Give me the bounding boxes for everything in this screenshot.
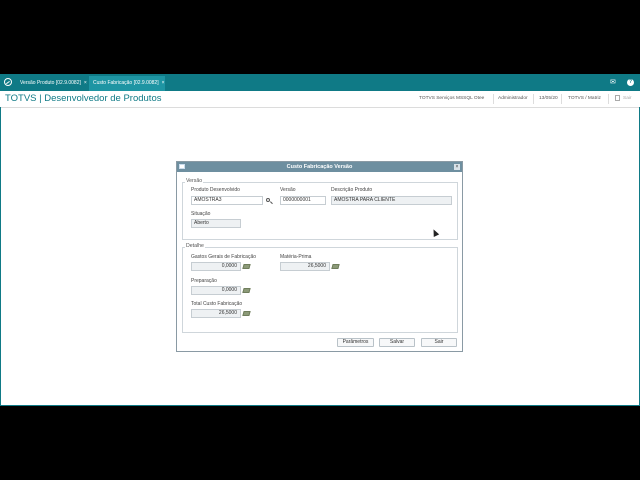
produto-input[interactable]: AMOSTRA3 [191, 196, 263, 205]
branch-info[interactable]: TOTVS / Matriz [568, 96, 601, 101]
tab-close-icon[interactable]: × [84, 80, 87, 86]
gastos-label: Gastos Gerais de Fabricação [191, 254, 257, 260]
situacao-input[interactable]: Aberto [191, 219, 241, 228]
produto-label: Produto Desenvolvido [191, 187, 240, 193]
total-input[interactable]: 26,5000 [191, 309, 241, 318]
sair-button[interactable]: Sair [421, 338, 457, 347]
dialog-title: Custo Fabricação Versão [286, 163, 353, 170]
divider [493, 94, 494, 104]
tab-close-icon[interactable]: × [162, 80, 165, 86]
mail-icon[interactable]: ✉ [610, 79, 616, 86]
exit-link[interactable]: Sair [623, 96, 632, 101]
frame-border [0, 405, 640, 406]
versao-input[interactable]: 0000000001 [280, 196, 326, 205]
parametros-button[interactable]: Parâmetros [337, 338, 374, 347]
search-icon[interactable] [266, 198, 270, 202]
gastos-input[interactable]: 0,0000 [191, 262, 241, 271]
calculator-icon[interactable] [331, 264, 340, 269]
version-group-legend: Versão [185, 178, 204, 184]
close-icon[interactable]: × [454, 164, 460, 170]
versao-label: Versão [280, 187, 296, 193]
app-header: TOTVS | Desenvolvedor de Produtos TOTVS … [0, 91, 640, 108]
calculator-icon[interactable] [242, 311, 251, 316]
app-title: TOTVS | Desenvolvedor de Produtos [5, 93, 162, 104]
tab-label: Custo Fabricação [02.9.0082] [93, 80, 159, 86]
tab-bar: Versão Produto [02.9.0082] × Custo Fabric… [0, 74, 640, 91]
user-info[interactable]: Administrador [498, 96, 528, 101]
company-info[interactable]: TOTVS Serviços MSSQL Otee [419, 96, 484, 101]
descricao-input[interactable]: AMOSTRA PARA CLIENTE [331, 196, 452, 205]
descricao-label: Descrição Produto [331, 187, 373, 193]
exit-icon[interactable] [615, 95, 620, 101]
totvs-logo-icon[interactable] [4, 78, 12, 86]
preparacao-label: Preparação [191, 278, 217, 284]
frame-border [0, 107, 1, 406]
materia-label: Matéria-Prima [280, 254, 312, 260]
salvar-button[interactable]: Salvar [379, 338, 415, 347]
preparacao-input[interactable]: 0,0000 [191, 286, 241, 295]
tab-custo-fabricacao[interactable]: Custo Fabricação [02.9.0082] × [89, 76, 165, 91]
materia-input[interactable]: 26,5000 [280, 262, 330, 271]
calculator-icon[interactable] [242, 264, 251, 269]
divider [533, 94, 534, 104]
custo-fabricacao-dialog: Custo Fabricação Versão × Versão Produto… [176, 161, 463, 352]
dialog-titlebar[interactable]: Custo Fabricação Versão × [177, 162, 462, 172]
tab-versao-produto[interactable]: Versão Produto [02.9.0082] × [16, 76, 89, 91]
calculator-icon[interactable] [242, 288, 251, 293]
total-label: Total Custo Fabricação [191, 301, 243, 307]
divider [608, 94, 609, 104]
situacao-label: Situação [191, 211, 211, 217]
help-icon[interactable]: ? [627, 79, 634, 86]
tab-label: Versão Produto [02.9.0082] [20, 80, 81, 86]
date-info[interactable]: 13/05/20 [539, 96, 558, 101]
divider [561, 94, 562, 104]
detail-group-legend: Detalhe [185, 243, 205, 249]
